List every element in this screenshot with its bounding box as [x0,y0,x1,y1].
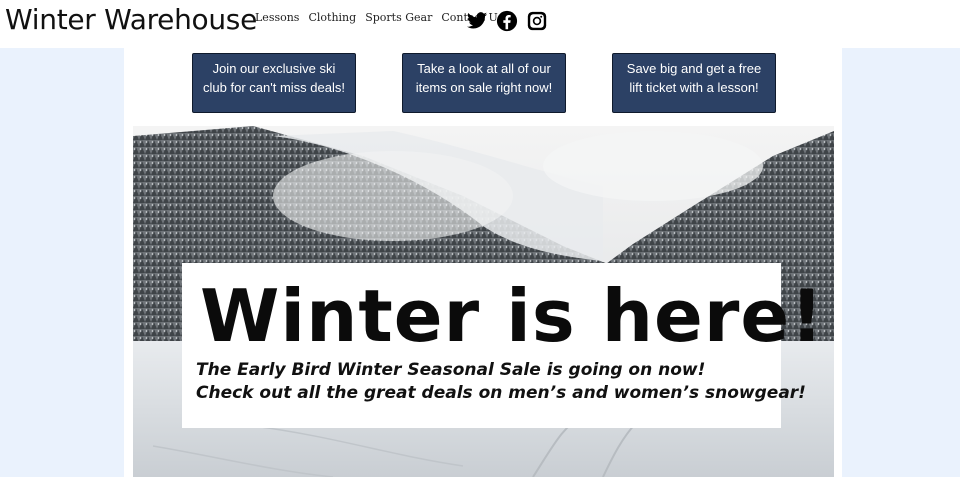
lift-ticket-lesson-button[interactable]: Save big and get a free lift ticket with… [612,53,776,113]
hero-subtitle-line-2: Check out all the great deals on men’s a… [196,383,806,403]
site-header: Winter Warehouse Lessons Clothing Sports… [0,0,960,48]
sale-items-button[interactable]: Take a look at all of our items on sale … [402,53,566,113]
ski-club-button[interactable]: Join our exclusive ski club for can't mi… [192,53,356,113]
hero-title: Winter is here! [200,274,825,358]
instagram-icon[interactable] [526,10,548,32]
hero-subtitle-line-1: The Early Bird Winter Seasonal Sale is g… [196,360,706,380]
nav-link-lessons[interactable]: Lessons [255,11,299,24]
nav-link-sports-gear[interactable]: Sports Gear [365,11,432,24]
twitter-icon[interactable] [466,10,488,32]
site-logo-text[interactable]: Winter Warehouse [5,3,257,36]
nav-link-clothing[interactable]: Clothing [308,11,356,24]
social-links [466,10,548,32]
facebook-icon[interactable] [496,10,518,32]
